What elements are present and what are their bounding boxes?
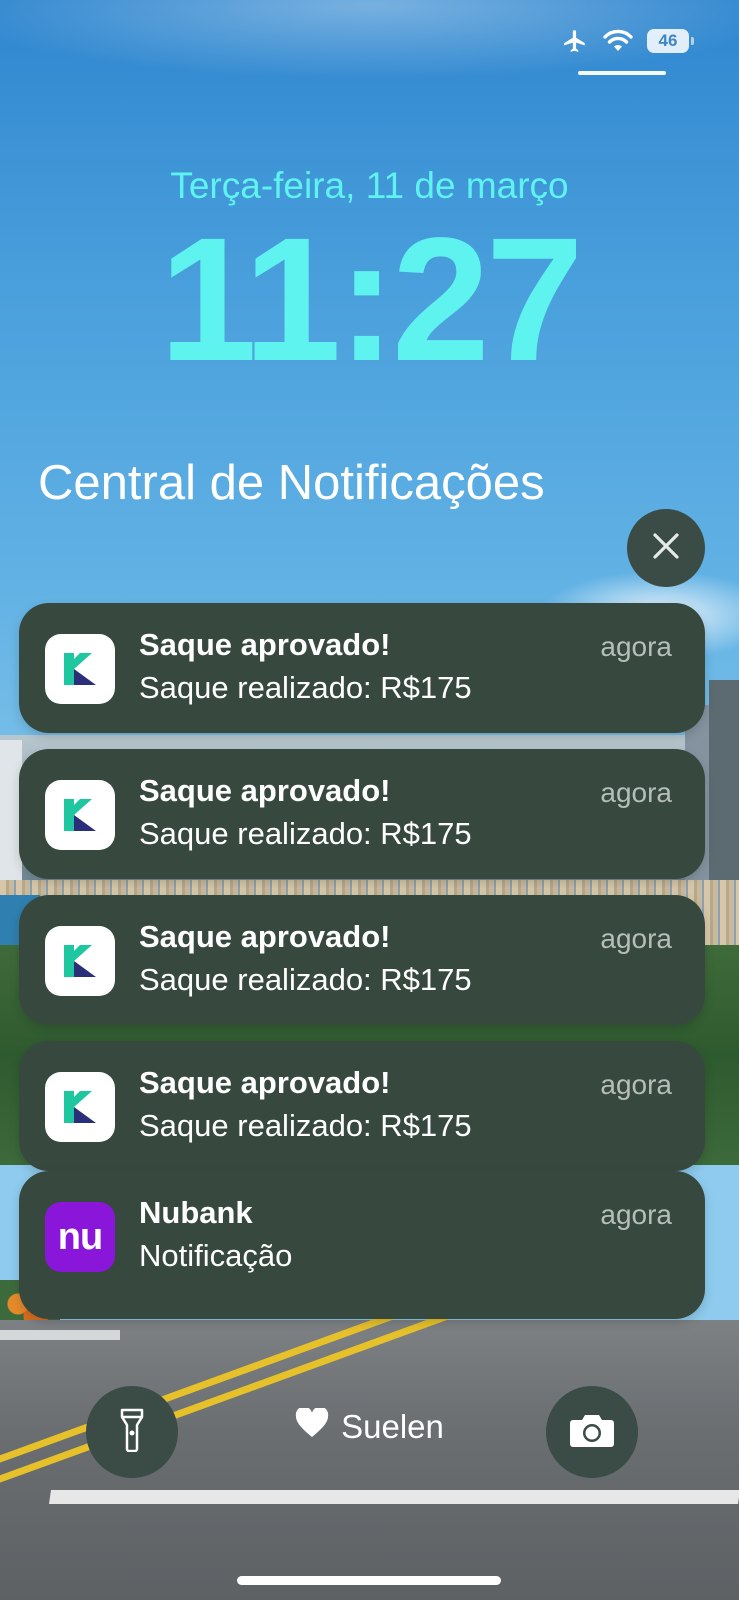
notification-title: Saque aprovado!: [139, 1065, 391, 1100]
notification-body: Saque realizado: R$175: [139, 962, 472, 997]
notification-title: Saque aprovado!: [139, 773, 391, 808]
heart-icon: [295, 1406, 329, 1446]
notification-title: Saque aprovado!: [139, 627, 391, 662]
airplane-icon: [561, 28, 589, 54]
wallpaper-road-line: [49, 1490, 739, 1504]
k-app-icon: [45, 926, 115, 996]
camera-icon: [569, 1412, 615, 1453]
notification-card[interactable]: Saque aprovado! Saque realizado: R$175 a…: [19, 749, 705, 879]
notification-body: Saque realizado: R$175: [139, 816, 472, 851]
k-app-icon: [45, 1072, 115, 1142]
clear-notifications-button[interactable]: [627, 509, 705, 587]
nubank-logo: nu: [57, 1215, 103, 1258]
notification-time: agora: [600, 777, 672, 808]
home-indicator[interactable]: [237, 1576, 501, 1585]
status-bar: 46: [561, 28, 694, 54]
k-app-icon: [45, 634, 115, 704]
battery-level: 46: [658, 31, 678, 50]
notification-time: agora: [600, 1069, 672, 1100]
camera-button[interactable]: [546, 1386, 638, 1478]
notification-center-title: Central de Notificações: [38, 456, 545, 510]
notification-card[interactable]: Saque aprovado! Saque realizado: R$175 a…: [19, 603, 705, 733]
battery-indicator: 46: [647, 29, 694, 53]
notification-card[interactable]: nu Nubank Notificação agora: [19, 1171, 705, 1319]
control-center-indicator[interactable]: [578, 71, 666, 75]
lock-time: 11:27: [159, 202, 583, 398]
notification-title: Saque aprovado!: [139, 919, 391, 954]
nubank-app-icon: nu: [45, 1202, 115, 1272]
wifi-icon: [603, 29, 633, 53]
lock-date: Terça-feira, 11 de março: [170, 165, 569, 206]
notification-body: Saque realizado: R$175: [139, 1108, 472, 1143]
k-app-icon: [45, 780, 115, 850]
wallpaper-curb: [0, 1330, 120, 1340]
notification-time: agora: [600, 923, 672, 954]
notification-card[interactable]: Saque aprovado! Saque realizado: R$175 a…: [19, 895, 705, 1025]
notification-card[interactable]: Saque aprovado! Saque realizado: R$175 a…: [19, 1041, 705, 1171]
wallpaper-building: [709, 680, 739, 880]
notification-time: agora: [600, 1199, 672, 1230]
notification-time: agora: [600, 631, 672, 662]
owner-name: Suelen: [341, 1408, 444, 1445]
notification-body: Notificação: [139, 1238, 293, 1273]
notification-title: Nubank: [139, 1195, 253, 1230]
notification-body: Saque realizado: R$175: [139, 670, 472, 705]
close-icon: [651, 531, 681, 566]
